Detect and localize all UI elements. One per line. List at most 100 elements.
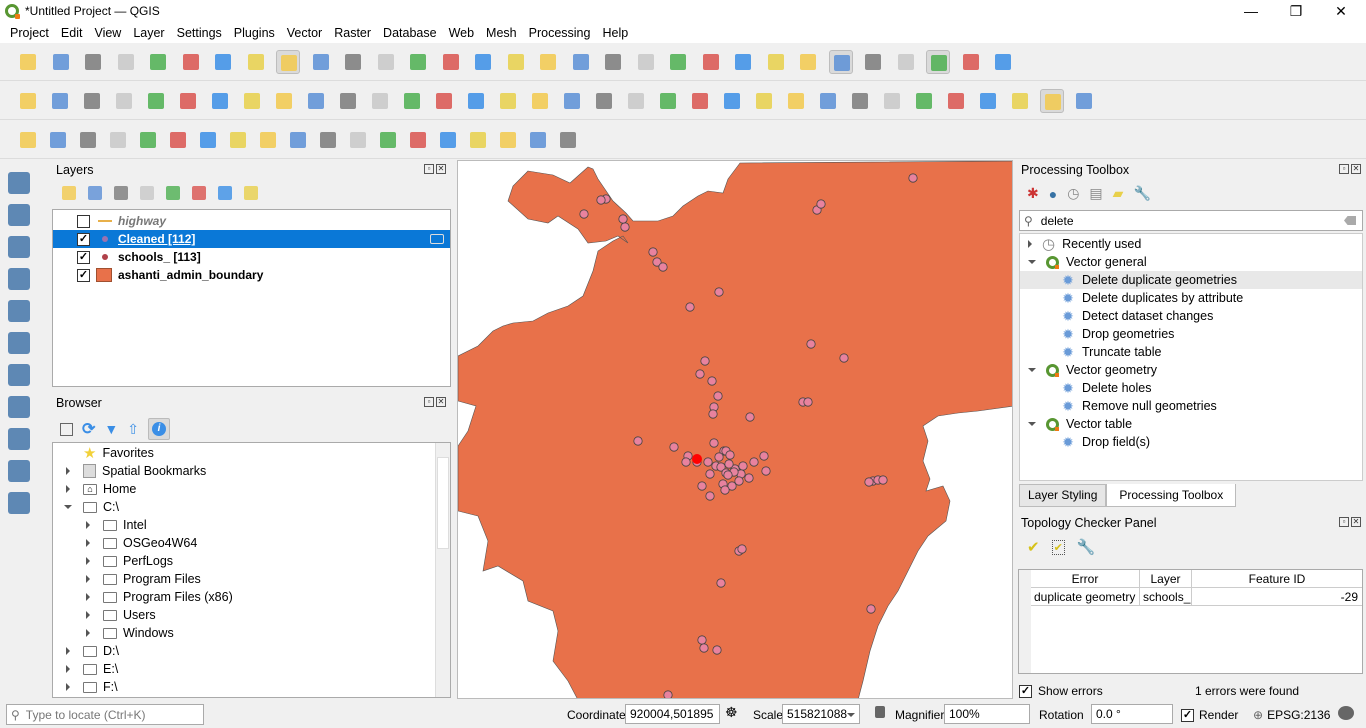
close-icon[interactable]: ✕ (436, 397, 446, 407)
options-wrench-icon[interactable]: 🔧 (1133, 185, 1150, 202)
magnifier-spinbox[interactable]: 100% (944, 704, 1030, 724)
undo-icon[interactable] (528, 89, 552, 113)
zoom-out-icon[interactable] (309, 50, 333, 74)
school-point[interactable] (761, 466, 771, 476)
school-point[interactable] (699, 643, 709, 653)
expand-arrow-icon[interactable] (1028, 260, 1036, 264)
collapse-arrow-icon[interactable] (66, 665, 70, 673)
wms-add-icon[interactable] (912, 89, 936, 113)
add-spatialite-icon[interactable] (8, 300, 30, 322)
school-point[interactable] (749, 457, 759, 467)
float-icon[interactable]: ▫ (1339, 164, 1349, 174)
school-point[interactable] (681, 457, 691, 467)
browser-item[interactable]: Intel (53, 516, 433, 534)
add-virtual-layer-icon[interactable] (8, 332, 30, 354)
school-point[interactable] (618, 214, 628, 224)
digitize-layers-icon[interactable] (16, 89, 40, 113)
add-raster-layer-icon[interactable] (8, 204, 30, 226)
add-delimited-text-icon[interactable] (8, 268, 30, 290)
layer-row-ashanti[interactable]: ✓ ashanti_admin_boundary (53, 266, 450, 284)
render-checkbox[interactable]: ✓ (1181, 708, 1194, 722)
models-icon[interactable]: ✱ (1027, 185, 1039, 202)
zoom-to-layer-icon[interactable] (406, 50, 430, 74)
menu-web[interactable]: Web (443, 26, 480, 40)
save-edits-icon[interactable] (272, 89, 296, 113)
show-spatial-bookmarks-icon[interactable] (634, 50, 658, 74)
school-point[interactable] (839, 353, 849, 363)
grass-icon[interactable] (346, 128, 370, 152)
new-shapefile-icon[interactable] (80, 89, 104, 113)
style-layer-icon[interactable] (62, 186, 76, 200)
close-icon[interactable]: ✕ (1351, 517, 1361, 527)
editing-indicator-icon[interactable] (430, 234, 444, 244)
new-spatialite-icon[interactable] (176, 89, 200, 113)
close-icon[interactable]: ✕ (436, 164, 446, 174)
collapse-arrow-icon[interactable] (66, 485, 70, 493)
maximize-button[interactable]: ❐ (1273, 0, 1319, 22)
python-scripts-icon[interactable]: ● (1049, 186, 1057, 202)
georeferencer-icon[interactable] (166, 128, 190, 152)
school-point[interactable] (579, 209, 589, 219)
school-point[interactable] (709, 438, 719, 448)
processing-group[interactable]: ◷ Recently used (1020, 235, 1362, 253)
locator-search-input[interactable]: ⚲ Type to locate (Ctrl+K) (6, 704, 204, 725)
shape-digitizing-icon[interactable] (436, 128, 460, 152)
new-project-icon[interactable] (16, 50, 40, 74)
collapse-arrow-icon[interactable] (86, 521, 90, 529)
more-icon[interactable] (466, 128, 490, 152)
browser-item[interactable]: Users (53, 606, 433, 624)
processing-group[interactable]: Vector general (1020, 253, 1362, 271)
new-bookmark-icon[interactable] (601, 50, 625, 74)
pin-labels-icon[interactable] (656, 89, 680, 113)
tab-processing-toolbox[interactable]: Processing Toolbox (1106, 484, 1237, 507)
collapse-arrow-icon[interactable] (86, 575, 90, 583)
school-point[interactable] (716, 578, 726, 588)
collapse-all-icon[interactable] (218, 186, 232, 200)
school-point[interactable] (705, 469, 715, 479)
edit-features-in-place-icon[interactable]: ▰ (1113, 185, 1124, 202)
school-point[interactable] (738, 461, 748, 471)
text-annotation-icon[interactable] (991, 50, 1015, 74)
layer-row-schools[interactable]: ✓ schools_ [113] (53, 248, 450, 266)
redo-icon[interactable] (560, 89, 584, 113)
label-toolbar-icon[interactable] (592, 89, 616, 113)
school-point[interactable] (878, 475, 888, 485)
minimize-button[interactable]: — (1228, 0, 1274, 22)
expand-arrow-icon[interactable] (1028, 368, 1036, 372)
browser-item[interactable]: Windows (53, 624, 433, 642)
show-errors-checkbox[interactable]: ✓ (1019, 684, 1032, 698)
browser-item[interactable]: F:\ (53, 678, 433, 696)
school-point[interactable] (705, 491, 715, 501)
layer-visibility-checkbox[interactable]: ✓ (77, 250, 90, 264)
processing-toolbox-icon[interactable] (828, 50, 853, 74)
new-spatial-bookmark-icon[interactable] (536, 50, 560, 74)
duplicate-error-highlight[interactable] (692, 454, 702, 464)
browser-item[interactable]: Program Files (53, 570, 433, 588)
menu-view[interactable]: View (88, 26, 127, 40)
expand-all-icon[interactable] (192, 186, 206, 200)
new-geopackage-icon[interactable] (8, 492, 30, 514)
add-selected-layers-icon[interactable] (60, 422, 73, 436)
processing-algorithm[interactable]: ✹ Remove null geometries (1020, 397, 1362, 415)
menu-mesh[interactable]: Mesh (480, 26, 523, 40)
history-icon[interactable]: ◷ (1067, 185, 1079, 202)
expand-arrow-icon[interactable] (64, 505, 72, 509)
new-temp-scratch-icon[interactable] (112, 89, 136, 113)
zoom-full-icon[interactable] (341, 50, 365, 74)
qgis2web-icon[interactable] (286, 128, 310, 152)
change-label-icon[interactable] (816, 89, 840, 113)
school-point[interactable] (658, 262, 668, 272)
zoom-native-icon[interactable] (439, 50, 463, 74)
chevron-down-icon[interactable] (847, 713, 855, 717)
show-bookmarks-icon[interactable] (569, 50, 593, 74)
remove-layer-icon[interactable] (244, 186, 258, 200)
scale-combobox[interactable]: 515821088 (782, 704, 860, 724)
paste-icon[interactable] (496, 89, 520, 113)
layer-row-cleaned[interactable]: ✓ Cleaned [112] (53, 230, 450, 248)
processing-algorithm[interactable]: ✹ Truncate table (1020, 343, 1362, 361)
zoom-last-icon[interactable] (471, 50, 495, 74)
browser-item[interactable]: Spatial Bookmarks (53, 462, 433, 480)
map-tips-icon[interactable] (926, 50, 950, 74)
copy-icon[interactable] (464, 89, 488, 113)
collapse-arrow-icon[interactable] (86, 593, 90, 601)
